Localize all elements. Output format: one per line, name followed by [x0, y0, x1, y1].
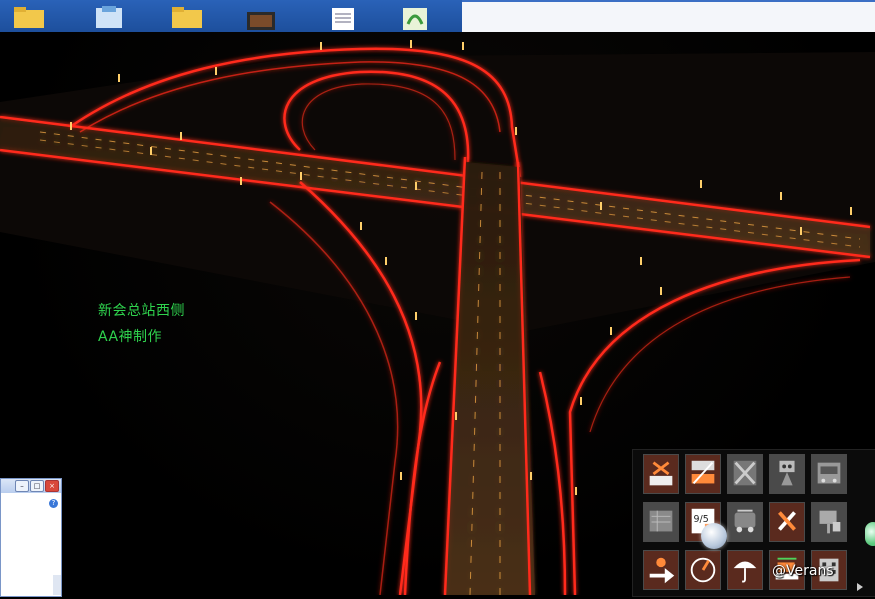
road-sign-icon — [819, 510, 841, 534]
scrollbar[interactable] — [53, 575, 61, 595]
minimized-window[interactable]: – □ × ? — [0, 478, 62, 597]
help-icon[interactable]: ? — [49, 499, 58, 508]
route-arrow-button[interactable] — [643, 550, 679, 590]
traffic-signal-button[interactable] — [769, 454, 805, 494]
library-folder-icon[interactable] — [92, 4, 126, 30]
bus-icon — [734, 509, 756, 533]
side-bubble-icon — [865, 522, 875, 546]
app-shortcut-icon[interactable] — [398, 4, 432, 30]
broken-road-button[interactable] — [727, 454, 763, 494]
weather-umbrella-icon — [733, 561, 757, 583]
watermark: @Verans — [772, 563, 834, 579]
cursor-bubble-icon — [701, 523, 727, 549]
junction-tool-button[interactable] — [643, 454, 679, 494]
author-caption: AA神制作 — [98, 329, 163, 345]
speedometer-button[interactable] — [685, 550, 721, 590]
svg-text:9/5: 9/5 — [694, 514, 709, 525]
vehicle-depot-button[interactable] — [811, 454, 847, 494]
route-arrow-icon — [649, 557, 675, 584]
traffic-signal-icon — [779, 460, 795, 486]
maximize-button[interactable]: □ — [30, 480, 44, 492]
weather-umbrella-button[interactable] — [727, 550, 763, 590]
desktop-background — [0, 0, 875, 32]
repair-tools-button[interactable] — [769, 502, 805, 542]
junction-tool-icon — [649, 461, 673, 486]
map-sheet-button[interactable] — [643, 502, 679, 542]
background-window-edge — [462, 0, 875, 32]
vehicle-depot-icon — [817, 462, 841, 484]
panel-expand-arrow-icon[interactable] — [857, 583, 863, 591]
tool-palette: 9/5 — [632, 449, 875, 597]
window-titlebar[interactable]: – □ × — [1, 479, 61, 493]
folder-icon[interactable] — [12, 4, 46, 30]
location-caption: 新会总站西侧 — [98, 303, 185, 319]
folder-icon[interactable] — [170, 4, 204, 30]
text-document-icon[interactable] — [326, 4, 360, 30]
road-layer-button[interactable] — [685, 454, 721, 494]
road-layer-icon — [691, 460, 715, 485]
speedometer-icon — [690, 557, 716, 583]
minimize-button[interactable]: – — [15, 480, 29, 492]
close-button[interactable]: × — [45, 480, 59, 492]
video-file-icon[interactable] — [244, 4, 278, 30]
repair-tools-icon — [778, 511, 796, 531]
map-sheet-icon — [649, 510, 673, 532]
bus-button[interactable] — [727, 502, 763, 542]
road-sign-button[interactable] — [811, 502, 847, 542]
broken-road-icon — [733, 460, 757, 486]
